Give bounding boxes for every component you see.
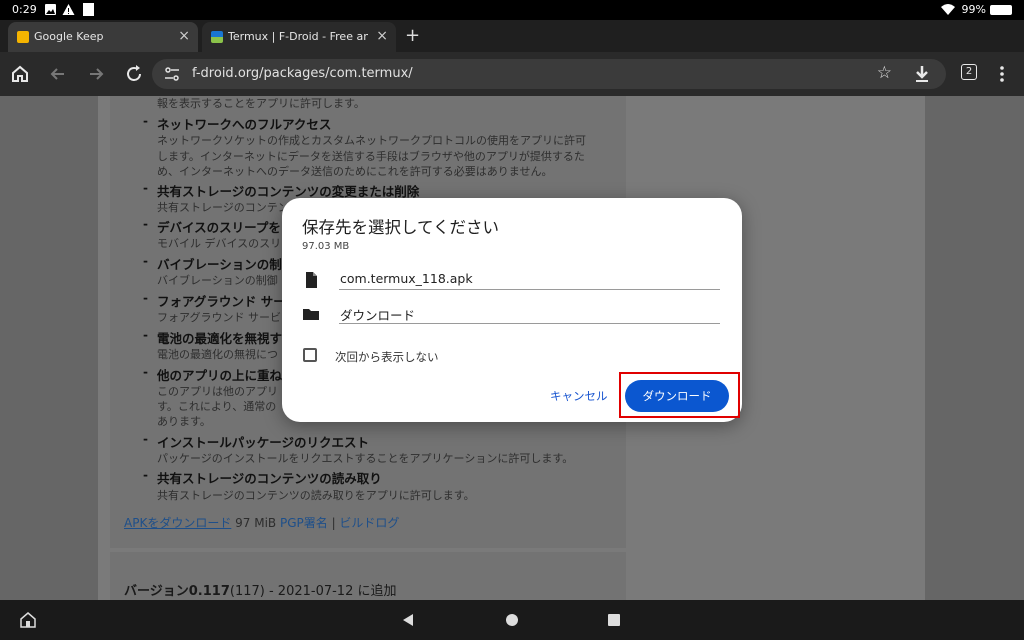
permission-desc: パッケージのインストールをリクエストすることをアプリケーションに許可します。 bbox=[157, 452, 574, 465]
google-keep-favicon bbox=[17, 31, 29, 43]
battery-icon bbox=[990, 5, 1012, 15]
close-tab-icon[interactable]: × bbox=[376, 28, 388, 44]
tab-google-keep[interactable]: Google Keep × bbox=[8, 22, 198, 52]
bullet-dash: - bbox=[143, 432, 148, 446]
folder-field[interactable]: ダウンロード bbox=[339, 302, 720, 324]
tab-switcher-button[interactable]: 2 bbox=[961, 64, 977, 80]
download-icon[interactable] bbox=[910, 62, 934, 86]
permission-desc: します。インターネットにデータを送信する手段はブラウザや他のアプリが提供するた bbox=[157, 150, 585, 163]
permission-desc: ネットワークソケットの作成とカスタムネットワークプロトコルの使用をアプリに許可 bbox=[157, 134, 586, 147]
site-settings-icon[interactable] bbox=[164, 66, 180, 82]
permission-desc: このアプリは他のアプリ bbox=[157, 385, 278, 398]
permission-desc: め、インターネットへのデータ送信のためにこれを許可する必要はありません。 bbox=[157, 165, 553, 178]
nav-home-icon[interactable] bbox=[506, 614, 518, 626]
permission-desc: 報を表示することをアプリに許可します。 bbox=[157, 97, 365, 110]
bullet-dash: - bbox=[143, 114, 148, 128]
blank-notification-icon bbox=[83, 3, 94, 16]
bookmark-star-icon[interactable]: ☆ bbox=[877, 63, 892, 83]
permission-title: バイブレーションの制 bbox=[157, 257, 282, 272]
permission-title: デバイスのスリープを bbox=[157, 220, 281, 235]
build-log-link[interactable]: ビルドログ bbox=[339, 516, 399, 530]
bullet-dash: - bbox=[143, 217, 148, 231]
permission-title: フォアグラウンド サー bbox=[157, 294, 286, 309]
pgp-signature-link[interactable]: PGP署名 bbox=[280, 516, 328, 530]
version-code: (117) bbox=[229, 584, 265, 599]
more-menu-icon[interactable] bbox=[990, 62, 1014, 86]
reload-icon[interactable] bbox=[122, 62, 146, 86]
bullet-dash: - bbox=[143, 291, 148, 305]
nav-recents-icon[interactable] bbox=[608, 614, 620, 626]
f-droid-favicon bbox=[211, 31, 223, 43]
permission-desc: バイブレーションの制御 bbox=[157, 274, 278, 287]
folder-icon bbox=[303, 309, 319, 320]
browser-toolbar: f-droid.org/packages/com.termux/ ☆ 2 bbox=[0, 52, 1024, 96]
bullet-dash: - bbox=[143, 328, 148, 342]
tab-title: Google Keep bbox=[34, 30, 104, 43]
image-notification-icon bbox=[45, 4, 56, 15]
apk-size: 97 MiB bbox=[231, 516, 280, 530]
clock: 0:29 bbox=[12, 3, 37, 16]
permission-title: ネットワークへのフルアクセス bbox=[157, 117, 332, 132]
download-links: APKをダウンロード 97 MiB PGP署名 | ビルドログ bbox=[124, 514, 399, 531]
tab-termux[interactable]: Termux | F-Droid - Free and O × bbox=[202, 22, 396, 52]
permission-title: インストールパッケージのリクエスト bbox=[157, 435, 370, 450]
highlight-box bbox=[619, 372, 740, 418]
version-heading: バージョン0.117(117) - 2021-07-12 に追加 bbox=[124, 580, 396, 599]
permission-desc: 電池の最適化の無視につ bbox=[157, 348, 278, 361]
filename-field[interactable]: com.termux_118.apk bbox=[339, 268, 720, 290]
file-size: 97.03 MB bbox=[302, 241, 350, 252]
permission-desc: あります。 bbox=[157, 415, 211, 428]
back-icon[interactable] bbox=[46, 62, 70, 86]
address-bar[interactable]: f-droid.org/packages/com.termux/ ☆ bbox=[152, 59, 946, 89]
wifi-icon bbox=[941, 4, 955, 15]
permission-desc: す。これにより、通常の bbox=[157, 400, 277, 413]
version-date: - 2021-07-12 に追加 bbox=[264, 584, 397, 599]
bullet-dash: - bbox=[143, 181, 148, 195]
version-label: バージョン0.117 bbox=[124, 584, 230, 599]
apk-download-link[interactable]: APKをダウンロード bbox=[124, 516, 231, 530]
forward-icon[interactable] bbox=[84, 62, 108, 86]
permission-title: 他のアプリの上に重ね bbox=[157, 368, 283, 383]
permission-title: 共有ストレージのコンテンツの読み取り bbox=[157, 471, 382, 486]
permission-title: 電池の最適化を無視す bbox=[157, 331, 283, 346]
permission-desc: モバイル デバイスのスリ bbox=[157, 237, 282, 250]
file-icon bbox=[306, 272, 317, 288]
status-bar: 0:29 99% bbox=[0, 0, 1024, 20]
permission-desc: 共有ストレージのコンテンツの読み取りをアプリに許可します。 bbox=[157, 489, 475, 502]
checkbox-label: 次回から表示しない bbox=[335, 350, 439, 364]
warning-icon bbox=[62, 4, 75, 15]
dont-show-again-checkbox[interactable] bbox=[303, 348, 317, 362]
bullet-dash: - bbox=[143, 468, 148, 482]
accessibility-icon[interactable] bbox=[20, 612, 36, 628]
permission-desc: フォアグラウンド サービ bbox=[157, 311, 281, 324]
link-separator: | bbox=[327, 516, 340, 530]
home-icon[interactable] bbox=[8, 62, 32, 86]
dialog-title: 保存先を選択してください bbox=[302, 218, 500, 237]
permission-desc: 共有ストレージのコンテン bbox=[157, 201, 289, 214]
tab-title: Termux | F-Droid - Free and O bbox=[228, 30, 368, 43]
url-text[interactable]: f-droid.org/packages/com.termux/ bbox=[192, 66, 413, 81]
battery-percent: 99% bbox=[961, 3, 986, 16]
new-tab-button[interactable]: + bbox=[405, 25, 420, 46]
bullet-dash: - bbox=[143, 365, 148, 379]
system-nav-bar bbox=[0, 600, 1024, 640]
nav-back-icon[interactable] bbox=[403, 614, 413, 626]
bullet-dash: - bbox=[143, 254, 148, 268]
close-tab-icon[interactable]: × bbox=[178, 28, 190, 44]
cancel-button[interactable]: キャンセル bbox=[550, 388, 608, 404]
